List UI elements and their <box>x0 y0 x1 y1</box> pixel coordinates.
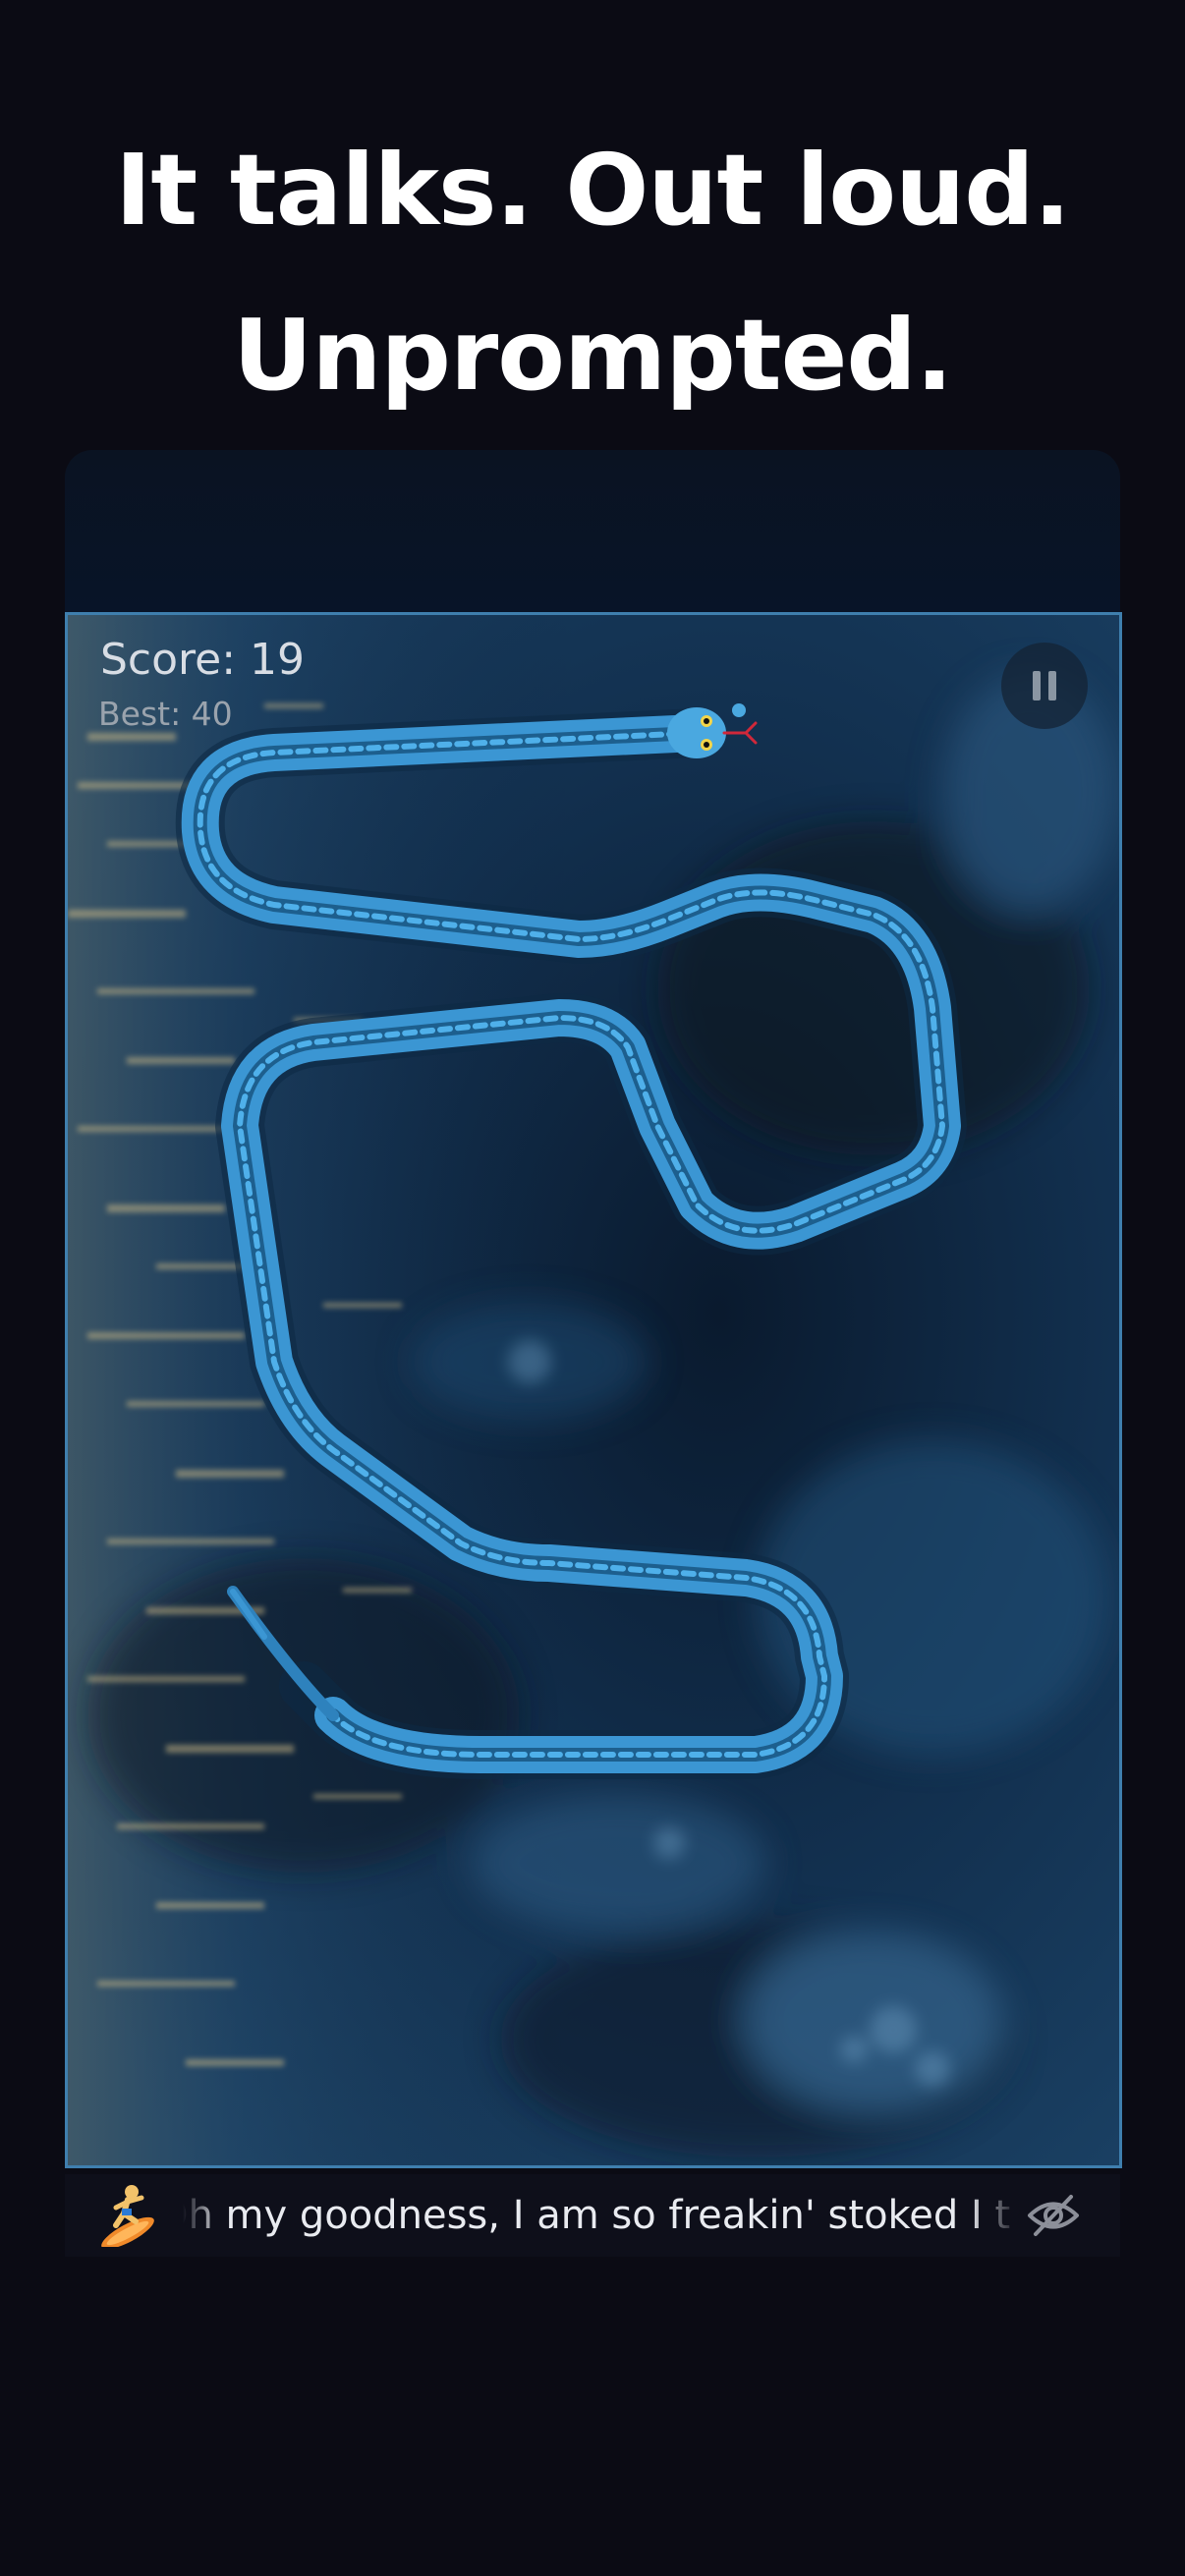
headline-line-2: Unprompted. <box>233 298 953 413</box>
eye-slash-icon[interactable] <box>1026 2191 1081 2240</box>
pause-icon <box>1033 671 1056 700</box>
pause-button[interactable] <box>1001 643 1088 729</box>
speech-ticker: Oh my goodness, I am so freakin' stoked … <box>65 2174 1120 2257</box>
headline-line-1: It talks. Out loud. <box>115 133 1071 248</box>
speech-text-viewport: Oh my goodness, I am so freakin' stoked … <box>183 2174 1018 2257</box>
best-score-label: Best: 40 <box>98 695 233 733</box>
surfer-icon <box>101 2185 154 2247</box>
water-background <box>68 615 1119 2165</box>
score-label: Score: 19 <box>100 635 306 685</box>
phone-top-bar <box>65 450 1120 617</box>
speech-text: Oh my goodness, I am so freakin' stoked … <box>183 2193 1011 2238</box>
game-board[interactable]: Score: 19 Best: 40 <box>65 612 1122 2168</box>
headline: It talks. Out loud. Unprompted. <box>0 108 1185 438</box>
